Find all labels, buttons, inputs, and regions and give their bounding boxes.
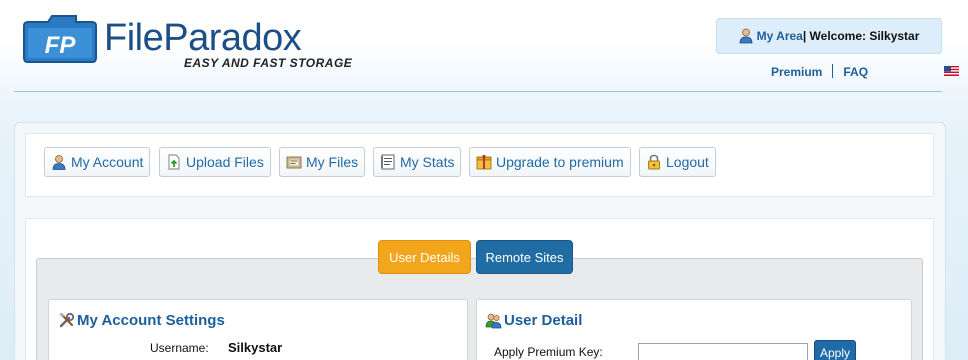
premium-icon — [476, 154, 492, 170]
user-icon — [739, 28, 753, 44]
premium-link[interactable]: Premium — [771, 65, 822, 79]
users-icon — [485, 313, 502, 329]
nav-my-account[interactable]: My Account — [44, 147, 151, 177]
lock-icon — [648, 154, 660, 170]
nav-label: My Files — [306, 154, 359, 170]
fp-logo-icon: FP — [23, 15, 97, 63]
nav-my-stats[interactable]: My Stats — [373, 147, 462, 177]
nav-label: Upgrade to premium — [496, 154, 624, 170]
faq-link[interactable]: FAQ — [843, 65, 868, 79]
nav-label: My Account — [71, 154, 144, 170]
apply-button[interactable]: Apply — [814, 340, 856, 360]
my-area-link[interactable]: My Area — [757, 29, 803, 43]
premium-key-input[interactable] — [638, 343, 808, 360]
nav-upload-files[interactable]: Upload Files — [159, 147, 271, 177]
site-logo[interactable]: FP FileParadox EASY AND FAST STORAGE — [22, 8, 352, 72]
account-settings-heading: My Account Settings — [77, 312, 225, 329]
user-detail-title: User Detail — [485, 312, 582, 329]
username-value: Silkystar — [228, 340, 283, 355]
nav-label: My Stats — [400, 154, 455, 170]
top-links: Premium FAQ — [771, 64, 868, 79]
nav-logout[interactable]: Logout — [639, 147, 716, 177]
welcome-text: | Welcome: Silkystar — [802, 29, 920, 43]
tools-icon — [59, 312, 75, 328]
welcome-box: My Area | Welcome: Silkystar — [716, 18, 942, 54]
premium-key-label: Apply Premium Key: — [494, 345, 603, 359]
upload-icon — [168, 154, 180, 170]
user-detail-heading: User Detail — [504, 312, 583, 329]
nav-label: Logout — [666, 154, 709, 170]
link-divider — [832, 64, 834, 78]
user-icon — [52, 155, 66, 170]
files-icon — [286, 156, 302, 169]
brand-tagline: EASY AND FAST STORAGE — [184, 56, 353, 70]
nav-upgrade-premium[interactable]: Upgrade to premium — [469, 147, 631, 177]
nav-label: Upload Files — [186, 154, 264, 170]
header-divider — [14, 91, 942, 92]
account-settings-title: My Account Settings — [58, 312, 225, 329]
brand-name: FileParadox — [104, 17, 302, 59]
us-flag-icon[interactable] — [944, 66, 959, 76]
tab-user-details[interactable]: User Details — [378, 240, 471, 274]
username-label: Username: — [150, 341, 209, 355]
stats-icon — [381, 154, 395, 170]
logo-badge-text: FP — [45, 32, 77, 59]
nav-my-files[interactable]: My Files — [279, 147, 366, 177]
tab-remote-sites[interactable]: Remote Sites — [476, 240, 573, 274]
